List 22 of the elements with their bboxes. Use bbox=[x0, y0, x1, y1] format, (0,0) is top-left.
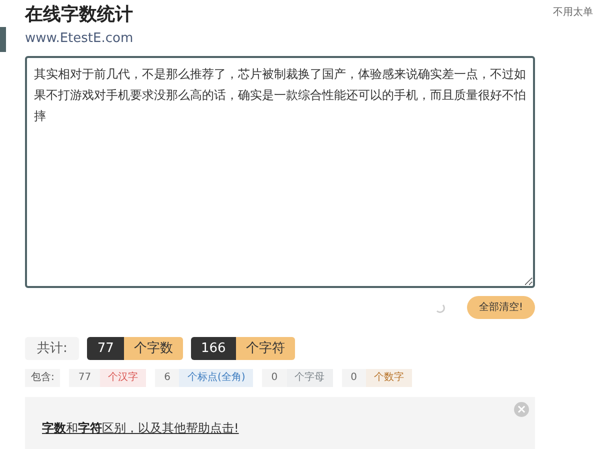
page-title: 在线字数统计 bbox=[25, 4, 134, 26]
breakdown-count: 0 bbox=[342, 369, 366, 387]
side-note: 不用太单 bbox=[553, 6, 593, 20]
breakdown-unit: 个标点(全角) bbox=[179, 369, 254, 387]
side-tab[interactable] bbox=[0, 27, 6, 52]
breakdown-count: 6 bbox=[155, 369, 180, 387]
site-url: www.EtestE.com bbox=[25, 30, 134, 48]
count-value: 77 bbox=[87, 337, 124, 360]
text-input-field[interactable]: 其实相对于前几代，不是那么推荐了，芯片被制裁换了国产，体验感来说确实差一点，不过如果不打游戏对手机要求没那么高的话，确实是一款综合性能还可以的手机，而且质量很好不怕摔 bbox=[25, 56, 535, 288]
breakdown-count: 0 bbox=[262, 369, 287, 387]
breakdown-label: 包含: bbox=[25, 369, 60, 387]
breakdown-unit: 个汉字 bbox=[100, 369, 146, 387]
help-link[interactable]: 字数和字符区别，以及其他帮助点击! bbox=[42, 421, 239, 435]
breakdown-unit: 个字母 bbox=[286, 369, 333, 387]
count-unit: 个字数 bbox=[124, 337, 183, 360]
breakdown-count: 77 bbox=[69, 369, 100, 387]
count-unit: 个字符 bbox=[236, 337, 295, 360]
loading-icon bbox=[434, 302, 445, 312]
breakdown-unit: 个数字 bbox=[366, 369, 412, 387]
count-value: 166 bbox=[190, 337, 236, 360]
total-label: 共计: bbox=[25, 337, 80, 360]
clear-all-button[interactable]: 全部清空! bbox=[466, 296, 535, 319]
